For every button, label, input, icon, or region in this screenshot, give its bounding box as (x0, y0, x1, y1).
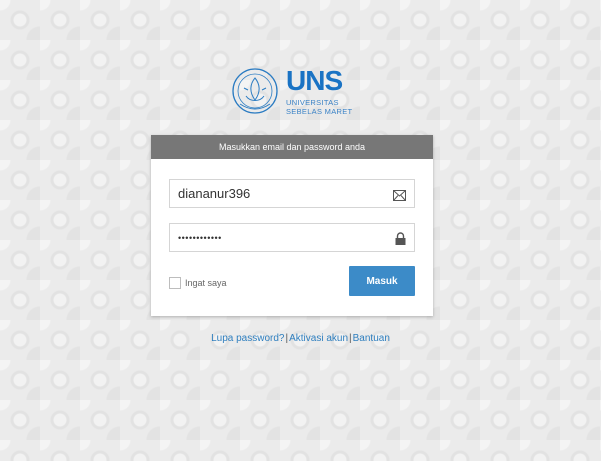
remember-checkbox[interactable] (169, 277, 181, 289)
password-field[interactable] (169, 223, 415, 252)
remember-me[interactable]: Ingat saya (169, 276, 227, 290)
login-header: Masukkan email dan password anda (151, 135, 433, 159)
logo-subtitle-line1: UNIVERSITAS (286, 98, 339, 107)
university-emblem-icon (232, 68, 278, 114)
activate-account-link[interactable]: Aktivasi akun (289, 333, 348, 344)
logo-title: UNS (286, 65, 343, 96)
help-link[interactable]: Bantuan (353, 333, 390, 344)
envelope-icon (393, 188, 406, 206)
lock-icon (395, 232, 406, 250)
link-separator: | (349, 333, 352, 344)
email-field[interactable] (169, 179, 415, 208)
email-input[interactable] (178, 180, 388, 207)
remember-label: Ingat saya (185, 278, 227, 288)
forgot-password-link[interactable]: Lupa password? (211, 333, 284, 344)
uns-logo: UNS UNIVERSITAS SEBELAS MARET (230, 66, 380, 122)
password-input[interactable] (178, 224, 388, 251)
login-button[interactable]: Masuk (349, 266, 415, 296)
logo-subtitle-line2: SEBELAS MARET (286, 107, 353, 116)
login-card: Masukkan email dan password anda Ingat s… (151, 135, 433, 316)
link-separator: | (285, 333, 289, 344)
footer-links: Lupa password?|Aktivasi akun|Bantuan (0, 333, 601, 344)
